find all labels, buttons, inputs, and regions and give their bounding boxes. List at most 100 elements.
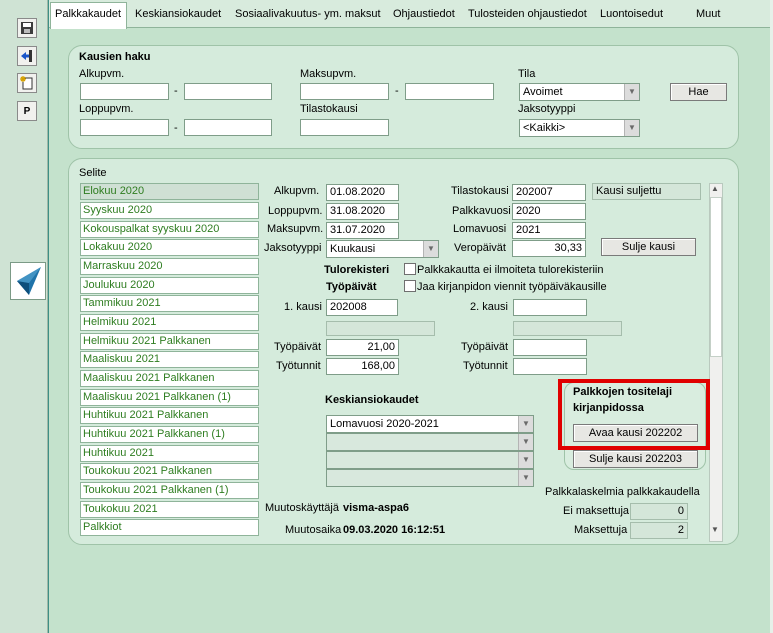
muutoskayttaja-value: visma-aspa6 (343, 502, 410, 514)
period-list-item[interactable]: Toukokuu 2021 Palkkanen (80, 463, 259, 480)
kausi2-description (513, 321, 622, 336)
keskiansio-select-1[interactable]: Lomavuosi 2020-2021 ▼ (326, 415, 534, 433)
keskiansio-select-3[interactable]: ▼ (326, 451, 534, 469)
jaa-checkbox-label: Jaa kirjanpidon viennit työpäiväkausille (417, 281, 607, 293)
tilastokausi-input[interactable]: 202007 (512, 184, 586, 201)
period-list-item[interactable]: Helmikuu 2021 (80, 314, 259, 331)
print-button[interactable]: P (17, 101, 37, 121)
period-list-item[interactable]: Maaliskuu 2021 Palkkanen (80, 370, 259, 387)
period-list-item[interactable]: Syyskuu 2020 (80, 202, 259, 219)
kausi1-label: 1. kausi (284, 301, 322, 313)
tab-tulosteiden-ohjaustiedot[interactable]: Tulosteiden ohjaustiedot (464, 3, 591, 27)
period-list-item[interactable]: Palkkiot (80, 519, 259, 536)
tab-muut[interactable]: Muut (692, 3, 724, 27)
loppupvm-label: Loppupvm. (79, 103, 134, 115)
dash: - (174, 85, 178, 97)
scroll-thumb[interactable] (710, 197, 722, 357)
save-icon[interactable] (17, 18, 37, 38)
search-title: Kausien haku (79, 51, 151, 63)
period-list-item[interactable]: Joulukuu 2020 (80, 277, 259, 294)
ei-maksettuja-field: 0 (630, 503, 688, 520)
palkkavuosi-input[interactable]: 2020 (512, 203, 586, 220)
period-list-item[interactable]: Kokouspalkat syyskuu 2020 (80, 221, 259, 238)
period-list-item[interactable]: Marraskuu 2020 (80, 258, 259, 275)
tab-palkkakaudet[interactable]: Palkkakaudet (50, 2, 127, 29)
tab-sosiaalivakuutus[interactable]: Sosiaalivakuutus- ym. maksut (231, 3, 385, 27)
tyotunnit2-input[interactable] (513, 358, 587, 375)
veropaivat-input[interactable]: 30,33 (512, 240, 586, 257)
lomavuosi-input[interactable]: 2021 (512, 222, 586, 239)
jaksotyyppi-select[interactable]: <Kaikki> ▼ (519, 119, 640, 137)
new-document-icon[interactable] (17, 73, 37, 93)
muutosaika-label: Muutosaika (285, 524, 342, 536)
maksettuja-label: Maksettuja (574, 524, 628, 536)
search-alkupvm-start-input[interactable] (80, 83, 169, 100)
tilastokausi-label: Tilastokausi (451, 185, 509, 197)
muutosaika-value: 09.03.2020 16:12:51 (343, 524, 446, 536)
keskiansio-select-4[interactable]: ▼ (326, 469, 534, 487)
tila-select[interactable]: Avoimet ▼ (519, 83, 640, 101)
veropaivat-label: Veropäivät (454, 242, 506, 254)
loppupvm-input[interactable]: 31.08.2020 (326, 203, 399, 220)
alkupvm-input[interactable]: 01.08.2020 (326, 184, 399, 201)
period-list-item[interactable]: Elokuu 2020 (80, 183, 259, 200)
period-list-item[interactable]: Huhtikuu 2021 Palkkanen (1) (80, 426, 259, 443)
maksupvm-label: Maksupvm. (300, 68, 357, 80)
tyotunnit2-label: Työtunnit (463, 360, 508, 372)
period-list-item[interactable]: Lokakuu 2020 (80, 239, 259, 256)
palkkavuosi-label: Palkkavuosi (452, 205, 511, 217)
maksettuja-field: 2 (630, 522, 688, 539)
chevron-down-icon: ▼ (624, 120, 639, 136)
search-loppupvm-end-input[interactable] (184, 119, 272, 136)
tyopaivat-input[interactable]: 21,00 (326, 339, 399, 356)
period-list-item[interactable]: Maaliskuu 2021 Palkkanen (1) (80, 389, 259, 406)
sulje-kausi-2-button[interactable]: Sulje kausi 202203 (573, 450, 698, 468)
jaksotyyppi-value: Kuukausi (330, 243, 376, 255)
loppupvm-label: Loppupvm. (268, 205, 323, 217)
search-maksupvm-start-input[interactable] (300, 83, 389, 100)
status-field: Kausi suljettu (592, 183, 701, 200)
palkkalaskelmia-label: Palkkalaskelmia palkkakaudella (545, 486, 700, 498)
tyopaivat2-label: Työpäivät (461, 341, 509, 353)
search-maksupvm-end-input[interactable] (405, 83, 494, 100)
tulorekisteri-checkbox[interactable] (404, 263, 416, 275)
scroll-down-icon[interactable]: ▼ (711, 525, 719, 534)
search-loppupvm-start-input[interactable] (80, 119, 169, 136)
period-list-item[interactable]: Toukokuu 2021 (80, 501, 259, 518)
jaksotyyppi-select[interactable]: Kuukausi ▼ (326, 240, 439, 258)
tyotunnit-input[interactable]: 168,00 (326, 358, 399, 375)
chevron-down-icon: ▼ (423, 241, 438, 257)
scroll-up-icon[interactable]: ▲ (711, 184, 719, 193)
period-list-item[interactable]: Helmikuu 2021 Palkkanen (80, 333, 259, 350)
dash: - (174, 122, 178, 134)
search-tilastokausi-input[interactable] (300, 119, 389, 136)
exit-icon[interactable] (17, 46, 37, 66)
keskiansio-select-2[interactable]: ▼ (326, 433, 534, 451)
chevron-down-icon: ▼ (624, 84, 639, 100)
period-list-item[interactable]: Maaliskuu 2021 (80, 351, 259, 368)
period-list-item[interactable]: Tammikuu 2021 (80, 295, 259, 312)
maksupvm-input[interactable]: 31.07.2020 (326, 222, 399, 239)
tilastokausi-label: Tilastokausi (300, 103, 358, 115)
period-list-item[interactable]: Huhtikuu 2021 (80, 445, 259, 462)
jaa-checkbox[interactable] (404, 280, 416, 292)
chevron-down-icon: ▼ (518, 416, 533, 432)
kausi1-input[interactable]: 202008 (326, 299, 398, 316)
period-list-item[interactable]: Toukokuu 2021 Palkkanen (1) (80, 482, 259, 499)
period-list-item[interactable]: Huhtikuu 2021 Palkkanen (80, 407, 259, 424)
tab-keskiansiokaudet[interactable]: Keskiansiokaudet (131, 3, 225, 27)
tab-ohjaustiedot[interactable]: Ohjaustiedot (389, 3, 459, 27)
jaksotyyppi-label: Jaksotyyppi (264, 242, 322, 254)
hae-button[interactable]: Hae (670, 83, 727, 101)
tulorekisteri-heading: Tulorekisteri (324, 264, 390, 276)
kausi2-input[interactable] (513, 299, 587, 316)
dash: - (395, 85, 399, 97)
search-alkupvm-end-input[interactable] (184, 83, 272, 100)
highlight-frame (558, 379, 710, 450)
tila-value: Avoimet (523, 86, 563, 98)
sulje-kausi-button[interactable]: Sulje kausi (601, 238, 696, 256)
left-toolbar: P (0, 0, 48, 633)
tyopaivat2-input[interactable] (513, 339, 587, 356)
tab-luontoisedut[interactable]: Luontoisedut (596, 3, 667, 27)
chevron-down-icon: ▼ (518, 452, 533, 468)
